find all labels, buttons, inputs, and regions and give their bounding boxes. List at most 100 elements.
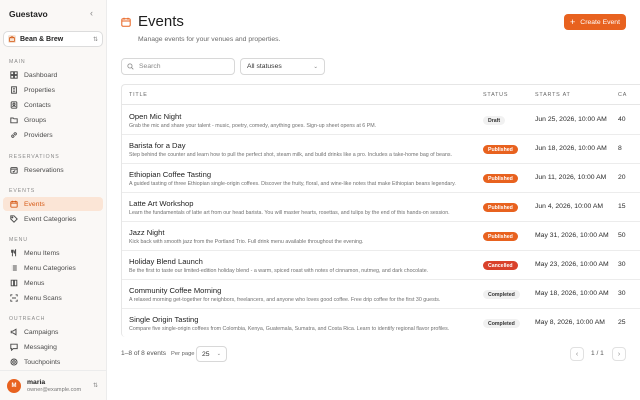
section-label-events: EVENTS <box>9 188 36 194</box>
venue-switcher[interactable]: Bean & Brew ⇅ <box>3 31 103 47</box>
per-page-label: Per page <box>171 351 195 357</box>
table-row[interactable]: Jazz Night Kick back with smooth jazz fro… <box>122 222 640 251</box>
sidebar-item-menu-categories[interactable]: Menu Categories <box>3 261 103 275</box>
sidebar-item-label: Events <box>24 200 45 208</box>
sidebar-item-events[interactable]: Events <box>3 197 103 211</box>
event-start-date: Jun 18, 2026, 10:00 AM <box>535 145 607 152</box>
sidebar-item-label: Menu Scans <box>24 294 62 302</box>
status-badge: Published <box>483 174 518 183</box>
sidebar-item-properties[interactable]: Properties <box>3 83 103 97</box>
table-row[interactable]: Latte Art Workshop Learn the fundamentals… <box>122 193 640 222</box>
event-start-date: May 31, 2026, 10:00 AM <box>535 232 609 239</box>
section-label-outreach: OUTREACH <box>9 316 46 322</box>
building-icon <box>9 86 18 95</box>
sidebar: Guestavo ‹ Bean & Brew ⇅ MAIN Dashboard … <box>0 0 107 400</box>
event-capacity: 40 <box>618 116 626 123</box>
create-event-label: Create Event <box>580 18 620 26</box>
prev-page-button[interactable]: ‹ <box>570 347 584 361</box>
search-input[interactable] <box>139 63 229 70</box>
sidebar-item-event-categories[interactable]: Event Categories <box>3 212 103 226</box>
column-header-capacity[interactable]: CA <box>618 92 627 98</box>
user-menu[interactable]: M maria owner@example.com ⇅ <box>0 370 107 400</box>
create-event-button[interactable]: + Create Event <box>564 14 626 30</box>
event-title: Barista for a Day <box>129 141 186 150</box>
status-badge: Draft <box>483 116 506 125</box>
event-capacity: 20 <box>618 174 626 181</box>
event-title: Ethiopian Coffee Tasting <box>129 170 212 179</box>
scan-icon <box>9 294 18 303</box>
section-label-menu: MENU <box>9 237 28 243</box>
event-title: Community Coffee Morning <box>129 286 222 295</box>
avatar: M <box>7 378 21 393</box>
status-badge: Cancelled <box>483 261 518 270</box>
status-filter-select[interactable]: All statuses ⌄ <box>240 58 325 75</box>
sidebar-item-label: Menu Categories <box>24 264 76 272</box>
table-row[interactable]: Barista for a Day Step behind the counter… <box>122 135 640 164</box>
sidebar-item-touchpoints[interactable]: Touchpoints <box>3 355 103 369</box>
column-header-starts-at[interactable]: STARTS AT <box>535 92 571 98</box>
sidebar-item-contacts[interactable]: Contacts <box>3 98 103 112</box>
calendar-icon <box>9 200 18 209</box>
status-badge: Published <box>483 203 518 212</box>
calendar-check-icon <box>9 166 18 175</box>
contacts-icon <box>9 101 18 110</box>
status-badge: Published <box>483 145 518 154</box>
table-row[interactable]: Ethiopian Coffee Tasting A guided tasting… <box>122 164 640 193</box>
sidebar-item-groups[interactable]: Groups <box>3 113 103 127</box>
status-badge: Completed <box>483 319 520 328</box>
sidebar-item-providers[interactable]: Providers <box>3 128 103 142</box>
venue-name: Bean & Brew <box>20 35 64 43</box>
column-header-status[interactable]: STATUS <box>483 92 508 98</box>
per-page-select[interactable]: 25 ⌄ <box>196 346 227 362</box>
message-icon <box>9 343 18 352</box>
table-row[interactable]: Holiday Blend Launch Be the first to tast… <box>122 251 640 280</box>
plus-icon: + <box>570 16 576 27</box>
sidebar-item-messaging[interactable]: Messaging <box>3 340 103 354</box>
page-subtitle: Manage events for your venues and proper… <box>138 36 281 43</box>
sidebar-item-label: Groups <box>24 116 47 124</box>
event-title: Single Origin Tasting <box>129 315 199 324</box>
sidebar-item-label: Properties <box>24 86 55 94</box>
venue-icon <box>8 35 16 43</box>
table-row[interactable]: Open Mic Night Grab the mic and share you… <box>122 106 640 135</box>
table-row[interactable]: Single Origin Tasting Compare five single… <box>122 309 640 337</box>
dashboard-icon <box>9 71 18 80</box>
sidebar-item-label: Contacts <box>24 101 51 109</box>
user-name: maria <box>27 378 46 386</box>
sidebar-item-label: Messaging <box>24 343 57 351</box>
event-title: Latte Art Workshop <box>129 199 194 208</box>
event-capacity: 30 <box>618 261 626 268</box>
column-header-title[interactable]: TITLE <box>129 92 148 98</box>
sidebar-item-label: Dashboard <box>24 71 58 79</box>
search-box[interactable] <box>121 58 235 75</box>
sidebar-item-label: Menus <box>24 279 45 287</box>
event-description: Be the first to taste our limited-editio… <box>129 268 429 274</box>
per-page-value: 25 <box>202 350 210 358</box>
sidebar-item-label: Campaigns <box>24 328 59 336</box>
megaphone-icon <box>9 328 18 337</box>
next-page-button[interactable]: › <box>612 347 626 361</box>
sidebar-item-menu-scans[interactable]: Menu Scans <box>3 291 103 305</box>
sidebar-item-campaigns[interactable]: Campaigns <box>3 325 103 339</box>
sidebar-item-label: Reservations <box>24 166 64 174</box>
status-filter-value: All statuses <box>247 63 282 70</box>
results-count: 1–8 of 8 events <box>121 350 167 357</box>
sidebar-item-dashboard[interactable]: Dashboard <box>3 68 103 82</box>
event-start-date: Jun 25, 2026, 10:00 AM <box>535 116 607 123</box>
collapse-sidebar-icon[interactable]: ‹ <box>90 8 93 18</box>
sidebar-item-reservations[interactable]: Reservations <box>3 163 103 177</box>
event-title: Open Mic Night <box>129 112 182 121</box>
chevron-updown-icon: ⇅ <box>92 383 98 389</box>
sidebar-item-menu-items[interactable]: Menu Items <box>3 246 103 260</box>
sidebar-item-menus[interactable]: Menus <box>3 276 103 290</box>
event-start-date: May 23, 2026, 10:00 AM <box>535 261 609 268</box>
calendar-icon <box>121 17 131 27</box>
table-header: TITLE STATUS STARTS AT CA <box>122 85 640 105</box>
tag-icon <box>9 215 18 224</box>
event-start-date: Jun 4, 2026, 10:00 AM <box>535 203 604 210</box>
page-indicator: 1 / 1 <box>591 350 604 357</box>
event-start-date: May 18, 2026, 10:00 AM <box>535 290 609 297</box>
event-title: Holiday Blend Launch <box>129 257 203 266</box>
event-start-date: Jun 11, 2026, 10:00 AM <box>535 174 607 181</box>
table-row[interactable]: Community Coffee Morning A relaxed mornin… <box>122 280 640 309</box>
